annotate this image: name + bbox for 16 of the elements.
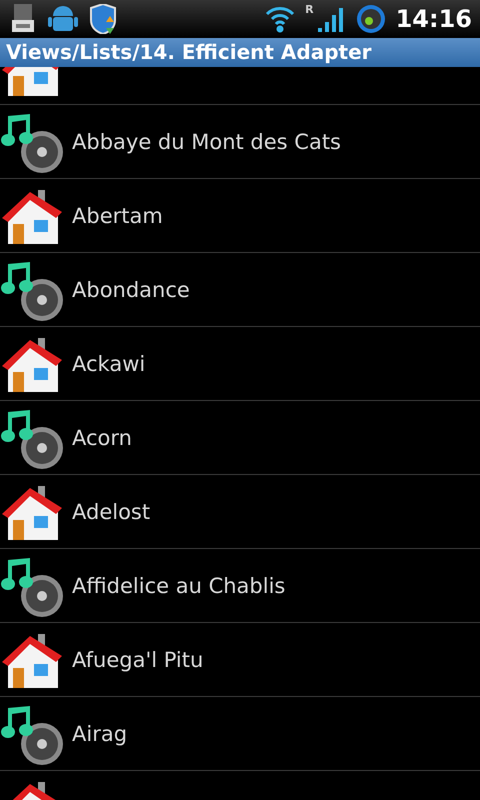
list-item[interactable]: Affidelice au Chablis — [72, 574, 286, 598]
clock: 14:16 — [396, 5, 472, 33]
list-item[interactable]: Abertam — [72, 204, 163, 228]
app-icon — [356, 4, 386, 34]
list-item[interactable]: Airag — [72, 722, 128, 746]
list-item[interactable]: Afuega'l Pitu — [72, 648, 204, 672]
list-item[interactable]: Acorn — [72, 426, 132, 450]
wifi-icon — [265, 4, 296, 34]
roaming-indicator: R — [305, 3, 314, 16]
robot-icon — [48, 4, 78, 34]
list-item[interactable]: Ackawi — [72, 352, 146, 376]
list-item[interactable]: Abondance — [72, 278, 190, 302]
list-item[interactable]: Abbaye du Mont des Cats — [72, 130, 341, 154]
list-item[interactable]: Adelost — [72, 500, 150, 524]
shield-icon — [88, 4, 118, 34]
window-title: Views/Lists/14. Efficient Adapter — [0, 38, 480, 67]
